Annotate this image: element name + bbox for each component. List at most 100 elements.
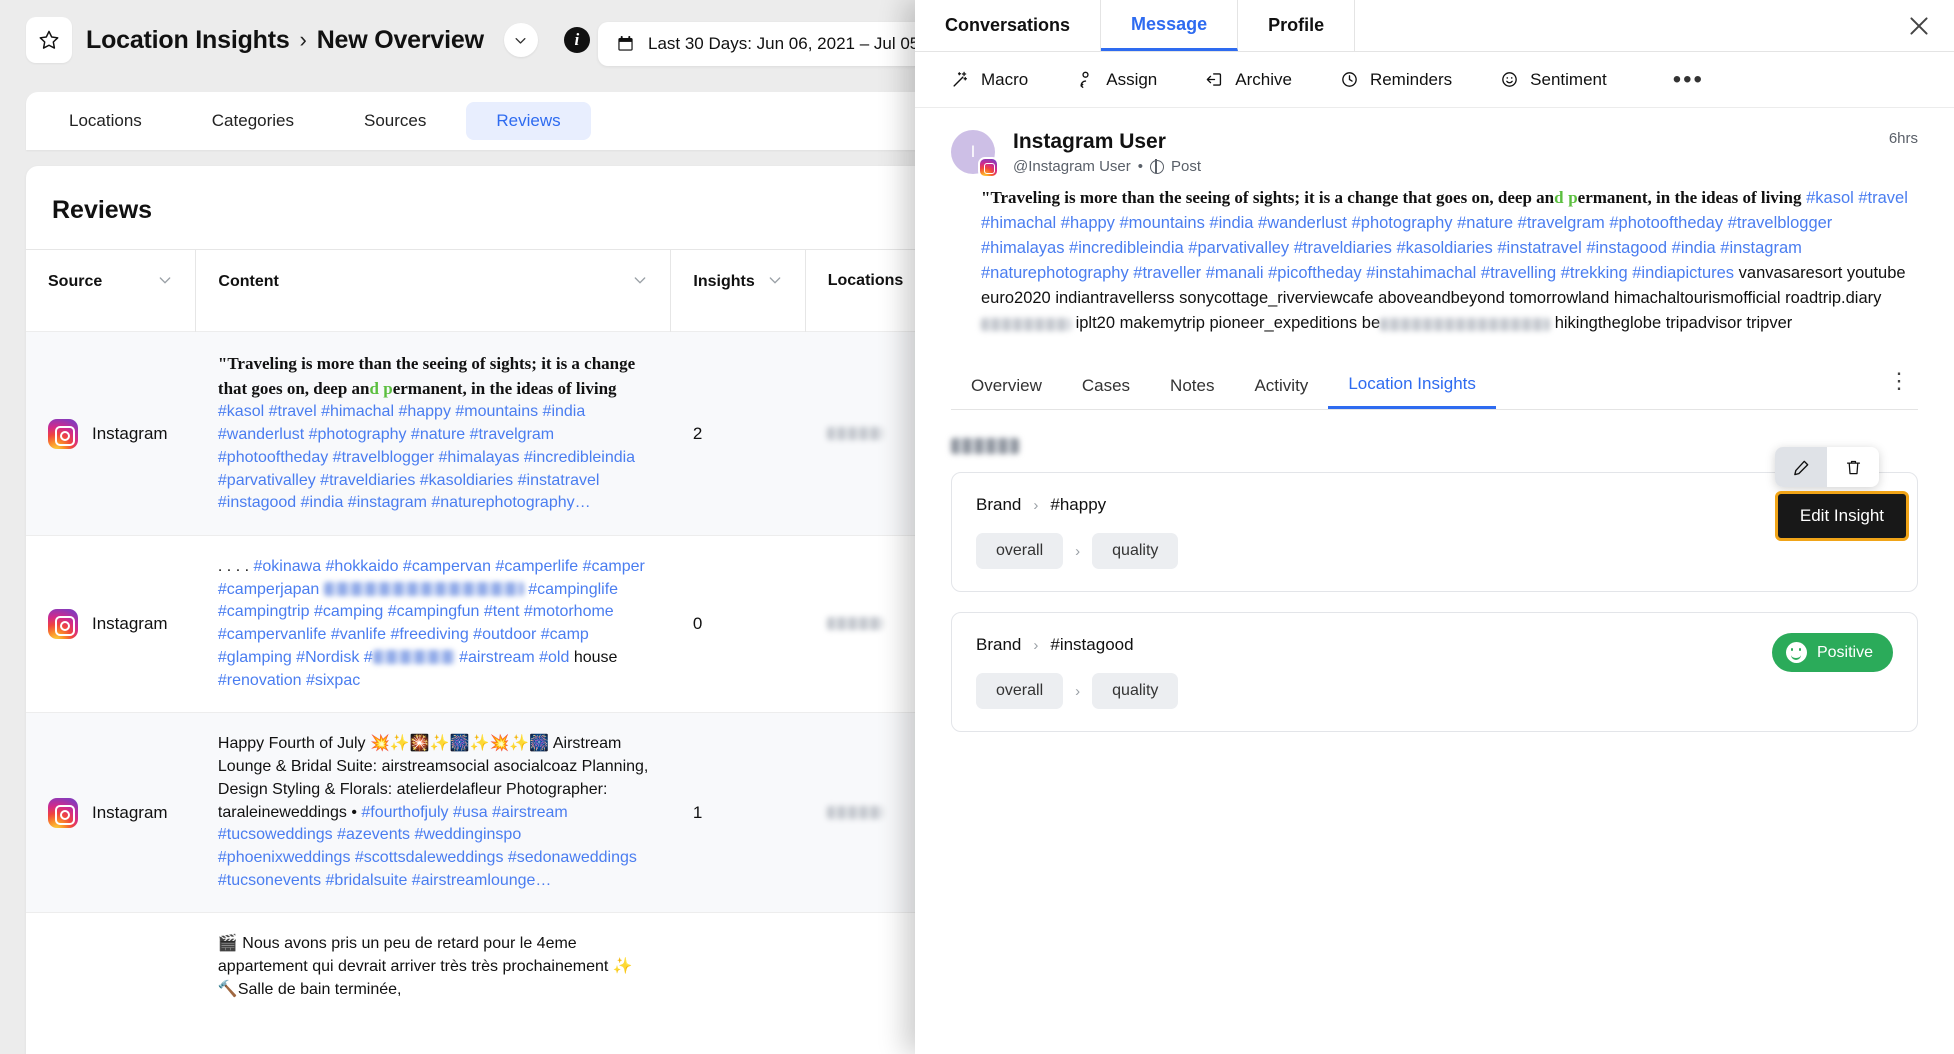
insight-value: #instagood <box>1050 635 1134 655</box>
tab-profile[interactable]: Profile <box>1238 0 1356 51</box>
redacted-heading <box>951 438 1019 455</box>
breadcrumb: Location Insights › New Overview <box>86 26 484 55</box>
insight-card[interactable]: Edit Insight Brand › #happy overall › qu… <box>951 447 1918 593</box>
column-label-insights: Insights <box>693 272 755 290</box>
status-badge[interactable]: Positive <box>1771 633 1893 673</box>
message-quote-highlight-2: p <box>1568 188 1578 207</box>
info-glyph: i <box>574 30 580 49</box>
redacted-hashtag <box>372 649 455 664</box>
panel-toolbar: Macro Assign Archive Reminders Sentiment… <box>915 52 1954 108</box>
instagram-icon <box>978 157 999 178</box>
message-text-8b: iplt20 makemytrip <box>1075 314 1205 333</box>
delete-insight-button[interactable] <box>1827 447 1879 487</box>
tab-conversations[interactable]: Conversations <box>915 0 1102 51</box>
star-icon <box>39 30 59 49</box>
close-icon[interactable] <box>1906 13 1932 39</box>
chevron-down-icon[interactable] <box>632 272 648 291</box>
insight-separator: › <box>1033 636 1039 654</box>
cell-source: Instagram <box>26 535 196 713</box>
review-text: 🎬 Nous avons pris un peu de retard pour … <box>217 935 633 998</box>
archive-button[interactable]: Archive <box>1181 70 1316 90</box>
insight-chips: overall › quality <box>976 533 1893 570</box>
insight-chip-left[interactable]: overall <box>976 673 1064 710</box>
subtab-activity[interactable]: Activity <box>1234 364 1328 408</box>
message-header: I Instagram User @Instagram User • Post … <box>915 108 1954 178</box>
cell-insights: 1 <box>670 712 806 913</box>
message-text-7: sonycottage_riverviewcafe aboveandbeyond… <box>1179 289 1610 308</box>
redacted-location <box>827 426 884 440</box>
panel-tab-bar: Conversations Message Profile <box>915 0 1954 52</box>
panel-sub-tabs: Overview Cases Notes Activity Location I… <box>951 362 1918 411</box>
tab-sources[interactable]: Sources <box>334 102 456 140</box>
message-hashtags-2[interactable]: #india #wanderlust #photography #nature … <box>1209 214 1723 232</box>
overview-dropdown-button[interactable] <box>503 23 538 57</box>
review-quote-highlight: d p <box>369 378 393 398</box>
column-label-locations: Locations <box>827 272 904 289</box>
macro-button[interactable]: Macro <box>927 70 1052 90</box>
subtab-overview[interactable]: Overview <box>951 364 1062 408</box>
chevron-down-icon[interactable] <box>157 272 173 291</box>
message-panel: Conversations Message Profile Macro Assi… <box>915 0 1954 1054</box>
message-handle: @Instagram User <box>1013 158 1131 175</box>
subtab-more-button[interactable]: ⋮ <box>1880 370 1918 400</box>
reminders-button[interactable]: Reminders <box>1316 70 1476 90</box>
subtab-location-insights[interactable]: Location Insights <box>1328 362 1496 410</box>
date-range-picker[interactable]: Last 30 Days: Jun 06, 2021 – Jul 05, 20 <box>598 22 966 66</box>
cell-content: Happy Fourth of July 💥✨🎇✨🎆✨💥✨🎆 Airstream… <box>195 712 671 913</box>
chevron-down-icon[interactable] <box>767 272 783 291</box>
source-label: Instagram <box>92 802 168 822</box>
instagram-icon <box>48 797 78 828</box>
insight-category: Brand <box>976 495 1022 515</box>
edit-insight-button[interactable] <box>1775 447 1827 488</box>
message-author-name: Instagram User <box>1013 130 1166 153</box>
favorite-button[interactable] <box>26 17 72 63</box>
insights-count: 0 <box>692 614 703 634</box>
insights-count: 2 <box>692 423 703 443</box>
trash-icon <box>1846 460 1860 475</box>
reminders-label: Reminders <box>1369 69 1453 89</box>
more-actions-button[interactable]: ••• <box>1659 66 1718 94</box>
message-hashtags-6[interactable]: #indiapictures <box>1632 264 1734 282</box>
sentiment-label: Sentiment <box>1530 69 1607 89</box>
insight-card[interactable]: Positive Brand › #instagood overall › qu… <box>951 612 1918 733</box>
cell-source: Instagram <box>26 712 196 913</box>
column-header-source[interactable]: Source <box>26 249 197 332</box>
edit-insight-tooltip: Edit Insight <box>1774 491 1909 542</box>
insight-hover-actions <box>1775 447 1879 488</box>
message-text-9a: pioneer_expeditions be <box>1209 314 1381 333</box>
column-header-content[interactable]: Content <box>195 249 672 332</box>
assign-user-icon <box>1080 71 1089 88</box>
insight-separator: › <box>1033 496 1039 514</box>
assign-button[interactable]: Assign <box>1052 70 1181 90</box>
info-icon[interactable]: i <box>563 27 590 53</box>
column-header-insights[interactable]: Insights <box>670 249 806 332</box>
review-hashtags-c[interactable]: #airstream #old <box>459 649 569 666</box>
subtab-notes[interactable]: Notes <box>1150 364 1234 408</box>
tab-reviews[interactable]: Reviews <box>466 102 591 140</box>
meta-dot: • <box>1137 158 1144 175</box>
message-text-9b: hikingtheglobe tripadvisor tripver <box>1554 314 1793 333</box>
breadcrumb-root[interactable]: Location Insights <box>86 26 290 55</box>
magic-wand-icon <box>953 71 968 87</box>
insight-chip-left[interactable]: overall <box>976 533 1064 570</box>
sentiment-button[interactable]: Sentiment <box>1476 70 1631 90</box>
archive-icon <box>1206 73 1222 86</box>
tab-categories[interactable]: Categories <box>182 102 324 140</box>
tab-message[interactable]: Message <box>1101 0 1239 51</box>
subtab-cases[interactable]: Cases <box>1062 364 1150 408</box>
cell-source: Instagram <box>26 330 196 536</box>
review-hashtags[interactable]: #kasol #travel #himachal #happy #mountai… <box>218 403 635 511</box>
insight-chip-right[interactable]: quality <box>1092 673 1179 710</box>
review-quote-rest: ermanent, in the ideas of living <box>392 378 617 398</box>
review-hashtags-d[interactable]: #renovation #sixpac <box>218 672 360 689</box>
column-label-content: Content <box>218 272 279 290</box>
cell-insights: 0 <box>670 535 806 713</box>
message-quote-rest: ermanent, in the ideas of living <box>1577 188 1802 207</box>
redacted-location <box>827 806 884 820</box>
insight-chip-right[interactable]: quality <box>1092 533 1179 570</box>
message-hashtags-5[interactable]: #traveller #manali #picoftheday #instahi… <box>1133 264 1627 282</box>
cell-content: 🎬 Nous avons pris un peu de retard pour … <box>195 912 671 1022</box>
message-quote-highlight-1: d <box>1554 188 1564 207</box>
tab-locations[interactable]: Locations <box>39 102 172 140</box>
instagram-icon <box>48 418 78 449</box>
